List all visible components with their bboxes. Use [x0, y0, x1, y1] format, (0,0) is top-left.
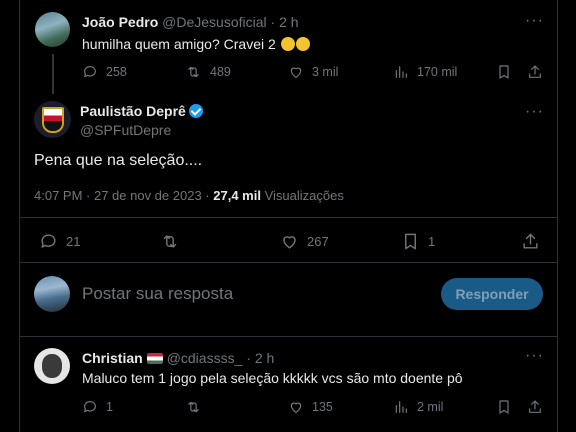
tweet2-reply-count: 1 — [106, 400, 113, 414]
tweet2-author-name[interactable]: Christian — [82, 350, 143, 366]
main-views-label: Visualizações — [264, 188, 344, 203]
tweet2-more-icon[interactable]: ··· — [525, 347, 544, 365]
reply-icon — [41, 234, 56, 248]
main-meta-row: 4:07 PM · 27 de nov de 2023 · 27,4 mil V… — [34, 188, 344, 203]
views-icon — [395, 401, 407, 413]
tweet1-header: João Pedro @DeJesusoficial · 2 h — [82, 14, 299, 30]
divider — [20, 217, 557, 218]
main-more-icon[interactable]: ··· — [525, 103, 544, 121]
divider — [20, 336, 557, 337]
verified-icon — [188, 104, 203, 118]
main-views-count: 27,4 mil — [213, 188, 261, 203]
main-share-button[interactable] — [521, 232, 540, 251]
tweet2-retweet-button[interactable] — [185, 399, 202, 415]
thread-line — [52, 54, 54, 94]
main-tweet-text: Pena que na seleção.... — [34, 152, 203, 169]
bookmark-icon — [499, 400, 509, 414]
retweet-icon — [163, 235, 177, 248]
tweet1-views-count: 170 mil — [417, 65, 458, 79]
tweet2-reply-button[interactable]: 1 — [82, 399, 113, 415]
like-icon — [290, 67, 302, 78]
avatar-current-user[interactable] — [34, 276, 70, 312]
like-icon — [290, 402, 302, 413]
tweet1-retweet-count: 489 — [210, 65, 231, 79]
tweet1-like-count: 3 mil — [312, 65, 339, 79]
tweet1-text-row: humilha quem amigo? Cravei 2 — [82, 36, 310, 52]
views-icon — [395, 66, 407, 78]
tweet2-views-count: 2 mil — [417, 400, 444, 414]
main-handle[interactable]: @SPFutDepre — [80, 122, 171, 138]
avatar-paulistao-depre[interactable] — [34, 101, 71, 138]
laughing-emoji-icon — [280, 37, 295, 51]
like-icon — [283, 236, 296, 249]
main-author-name[interactable]: Paulistão Deprê — [80, 103, 186, 119]
bookmark-icon — [405, 233, 416, 250]
main-author-row: Paulistão Deprê — [80, 103, 203, 119]
main-bookmark-button[interactable]: 1 — [401, 232, 435, 251]
tweet2-handle[interactable]: @cdiassss_ — [167, 350, 243, 366]
main-like-count: 267 — [307, 234, 329, 249]
tweet1-text: humilha quem amigo? Cravei 2 — [82, 36, 276, 52]
avatar-joao-pedro[interactable] — [35, 12, 70, 47]
divider — [20, 262, 557, 263]
retweet-icon — [188, 401, 199, 413]
share-icon — [523, 233, 538, 249]
main-timestamp[interactable]: 4:07 PM · 27 de nov de 2023 · — [34, 188, 210, 203]
club-crest-icon — [41, 106, 64, 133]
main-reply-count: 21 — [66, 234, 81, 249]
tweet2-bookmark-button[interactable] — [496, 399, 512, 415]
tweet1-reply-count: 258 — [106, 65, 127, 79]
tweet2-like-count: 135 — [312, 400, 333, 414]
face-icon — [42, 354, 62, 378]
tweet2-header: Christian @cdiassss_ · 2 h — [82, 350, 274, 366]
flag-icon — [146, 353, 163, 364]
bookmark-icon — [499, 65, 509, 79]
tweet2-like-button[interactable]: 135 — [288, 399, 333, 415]
main-like-button[interactable]: 267 — [280, 232, 329, 251]
tweet1-handle[interactable]: @DeJesusoficial — [162, 14, 266, 30]
share-icon — [529, 65, 541, 78]
tweet1-author-name[interactable]: João Pedro — [82, 14, 158, 30]
main-reply-button[interactable]: 21 — [39, 232, 80, 251]
tweet1-like-button[interactable]: 3 mil — [288, 64, 338, 80]
tweet2-share-button[interactable] — [527, 399, 543, 415]
reply-icon — [84, 66, 96, 78]
main-retweet-button[interactable] — [160, 232, 180, 251]
tweet1-retweet-button[interactable]: 489 — [185, 64, 231, 80]
tweet1-share-button[interactable] — [527, 64, 543, 80]
tweet2-time[interactable]: · 2 h — [246, 350, 274, 366]
retweet-icon — [188, 66, 199, 78]
tweet1-bookmark-button[interactable] — [496, 64, 512, 80]
share-icon — [529, 400, 541, 413]
avatar-christian[interactable] — [34, 348, 70, 384]
reply-icon — [84, 401, 96, 413]
tweet1-time[interactable]: · 2 h — [271, 14, 299, 30]
reply-input[interactable]: Postar sua resposta — [82, 284, 233, 304]
timeline-column: João Pedro @DeJesusoficial · 2 h ··· hum… — [19, 0, 558, 432]
tweet1-views-button[interactable]: 170 mil — [393, 64, 457, 80]
tweet2-text: Maluco tem 1 jogo pela seleção kkkkk vcs… — [82, 370, 463, 386]
main-bookmark-count: 1 — [428, 234, 436, 249]
tweet1-more-icon[interactable]: ··· — [525, 12, 544, 30]
tweet2-views-button[interactable]: 2 mil — [393, 399, 443, 415]
tweet1-reply-button[interactable]: 258 — [82, 64, 127, 80]
laughing-emoji-icon — [295, 37, 310, 51]
reply-submit-button[interactable]: Responder — [441, 278, 543, 310]
